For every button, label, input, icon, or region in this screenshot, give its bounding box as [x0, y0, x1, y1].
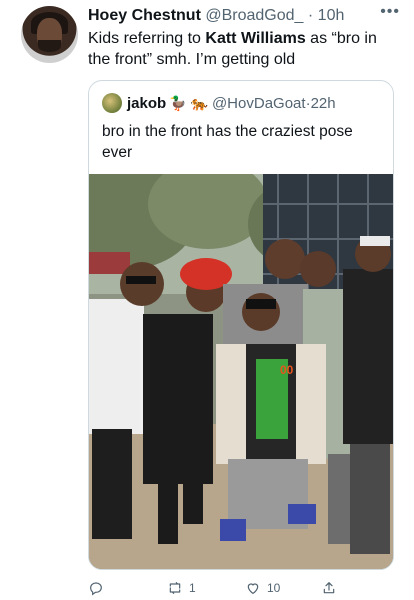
retweet-icon	[169, 582, 181, 594]
retweet-count: 1	[189, 581, 196, 595]
author-handle[interactable]: @BroadGod_	[205, 7, 303, 24]
reply-button[interactable]	[88, 578, 104, 598]
quoted-name[interactable]: jakob	[127, 95, 166, 112]
quoted-text: bro in the front has the craziest pose e…	[102, 123, 353, 161]
share-icon	[323, 582, 335, 594]
tweet-text-part: Kids referring to	[88, 30, 206, 47]
quoted-time[interactable]: 22h	[311, 95, 336, 112]
tweet: Hoey Chestnut @BroadGod_ · 10h ••• Kids …	[0, 0, 414, 600]
like-button[interactable]: 10	[245, 578, 280, 598]
author-name[interactable]: Hoey Chestnut	[88, 7, 201, 24]
quoted-tweet[interactable]: jakob 🦆 🐅 @HovDaGoat · 22h bro in the fr…	[88, 80, 394, 570]
tweet-text-bold: Katt Williams	[205, 30, 306, 47]
quoted-avatar[interactable]	[102, 93, 122, 113]
more-icon[interactable]: •••	[380, 3, 400, 21]
retweet-button[interactable]: 1	[167, 578, 196, 598]
group-photo-image: 00	[89, 174, 393, 569]
tweet-time[interactable]: 10h	[318, 7, 345, 24]
quoted-photo[interactable]: 00	[89, 174, 393, 569]
quoted-header: jakob 🦆 🐅 @HovDaGoat · 22h	[102, 93, 336, 113]
tweet-text: Kids referring to Katt Williams as “bro …	[88, 28, 398, 70]
author-avatar[interactable]	[21, 6, 78, 63]
reply-icon	[90, 582, 102, 596]
like-count: 10	[267, 581, 281, 595]
like-icon	[247, 583, 259, 595]
quoted-emoji: 🦆 🐅	[169, 94, 208, 111]
separator: ·	[307, 7, 314, 24]
quoted-handle[interactable]: @HovDaGoat	[212, 95, 306, 112]
share-button[interactable]	[321, 578, 337, 598]
svg-text:00: 00	[280, 363, 294, 377]
tweet-header: Hoey Chestnut @BroadGod_ · 10h •••	[88, 3, 400, 29]
tweet-actions: 1 10	[88, 578, 394, 598]
